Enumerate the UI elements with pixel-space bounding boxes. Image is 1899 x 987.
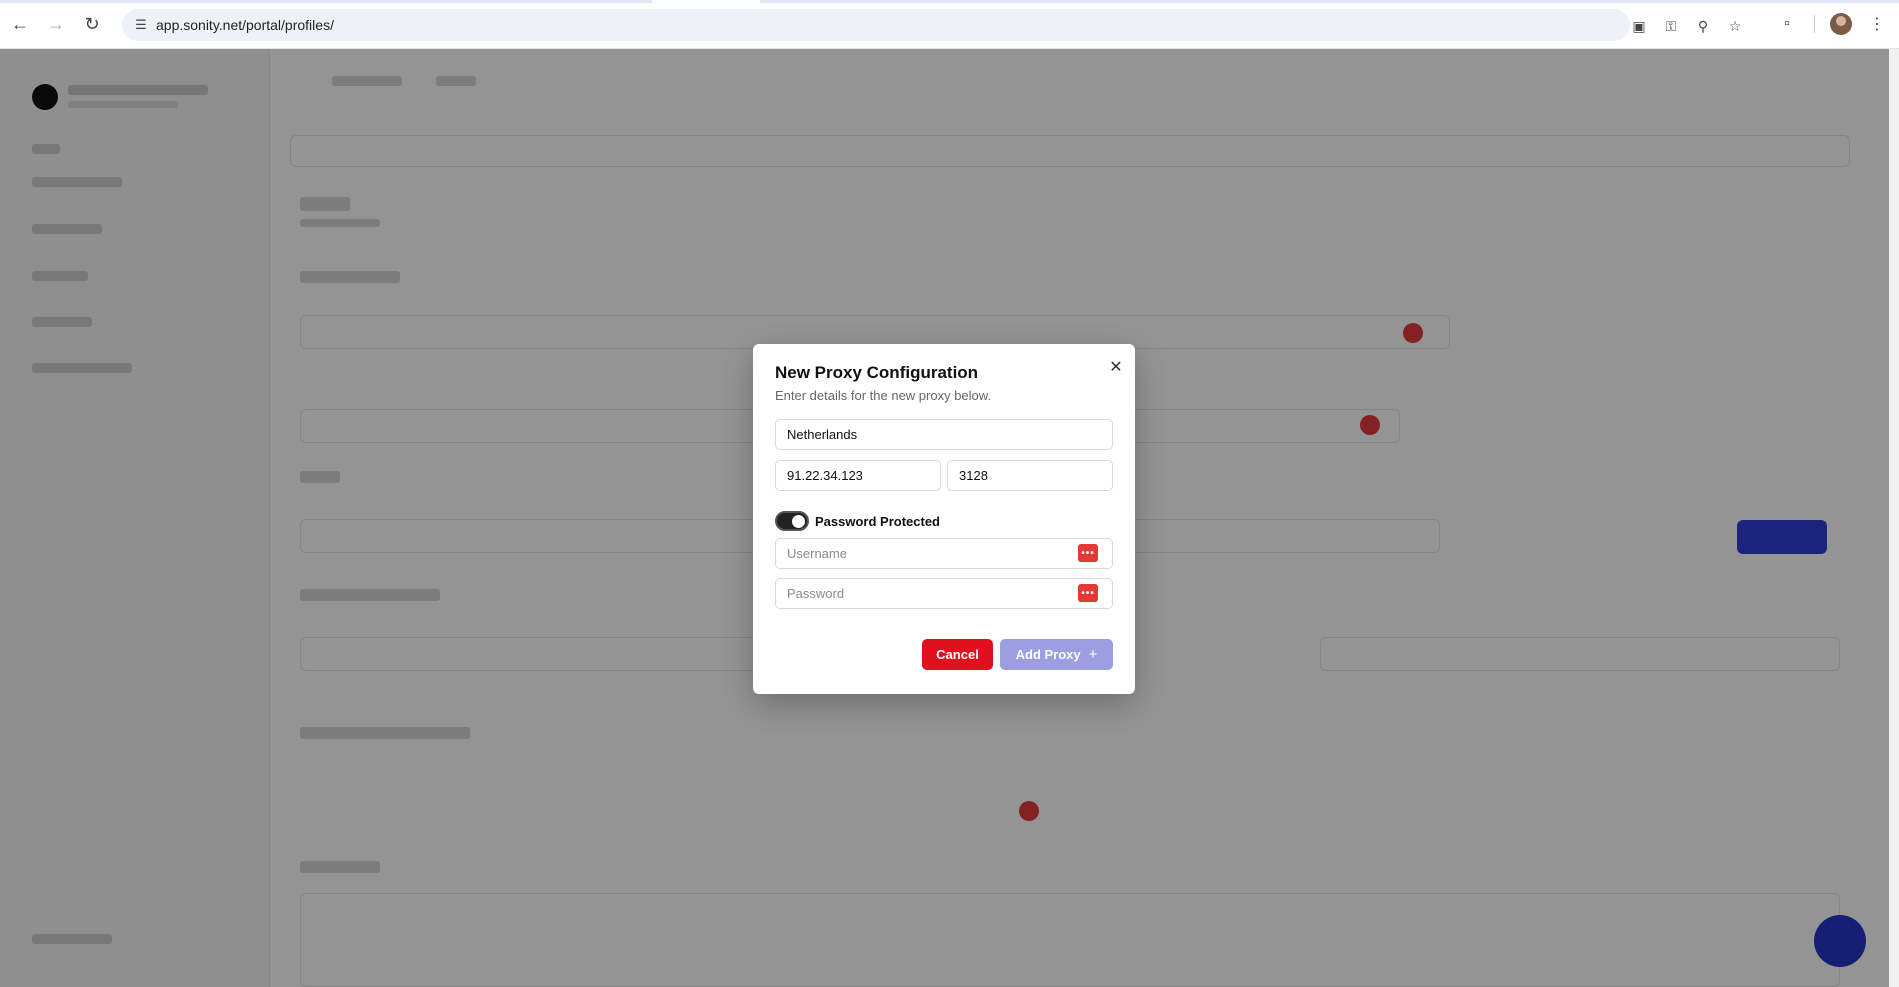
page-scrollbar[interactable] [1889, 49, 1899, 987]
add-proxy-button[interactable]: Add Proxy + [1000, 639, 1113, 670]
extensions-icon[interactable]: ▫ [1775, 12, 1799, 36]
plus-icon: + [1088, 646, 1098, 663]
cancel-button[interactable]: Cancel [922, 639, 993, 670]
proxy-name-input[interactable] [775, 419, 1113, 450]
new-proxy-modal: New Proxy Configuration Enter details fo… [753, 344, 1135, 694]
close-icon[interactable]: ✕ [1107, 358, 1125, 376]
password-input[interactable] [775, 578, 1113, 609]
toggle-knob [792, 515, 805, 528]
toolbar-divider [1814, 15, 1815, 33]
bookmark-star-icon[interactable]: ☆ [1726, 17, 1744, 35]
proxy-port-input[interactable] [947, 460, 1113, 491]
url-text[interactable]: app.sonity.net/portal/profiles/ [156, 17, 334, 33]
password-protected-toggle[interactable] [775, 511, 809, 531]
site-settings-icon[interactable]: ☰ [132, 16, 150, 34]
reload-icon[interactable]: ↻ [80, 12, 104, 36]
active-tab[interactable] [652, 0, 760, 3]
password-protected-label: Password Protected [815, 514, 940, 529]
username-input[interactable] [775, 538, 1113, 569]
password-manager-icon[interactable]: ••• [1078, 544, 1098, 562]
zoom-icon[interactable]: ⚲ [1694, 17, 1712, 35]
forward-icon[interactable]: → [44, 12, 68, 36]
install-app-icon[interactable]: ▣ [1630, 17, 1648, 35]
modal-title: New Proxy Configuration [775, 363, 979, 382]
add-proxy-label: Add Proxy [1015, 647, 1081, 662]
key-icon[interactable]: ⚿ [1662, 17, 1680, 35]
menu-kebab-icon[interactable]: ⋮ [1865, 12, 1889, 36]
browser-chrome: ← → ↻ ☰ app.sonity.net/portal/profiles/ … [0, 0, 1899, 49]
address-bar[interactable]: ☰ app.sonity.net/portal/profiles/ [122, 9, 1630, 41]
proxy-host-input[interactable] [775, 460, 941, 491]
modal-subtitle: Enter details for the new proxy below. [775, 388, 992, 403]
profile-avatar[interactable] [1830, 13, 1852, 35]
tab-strip [0, 0, 1899, 3]
password-manager-icon[interactable]: ••• [1078, 584, 1098, 602]
back-icon[interactable]: ← [8, 12, 32, 36]
